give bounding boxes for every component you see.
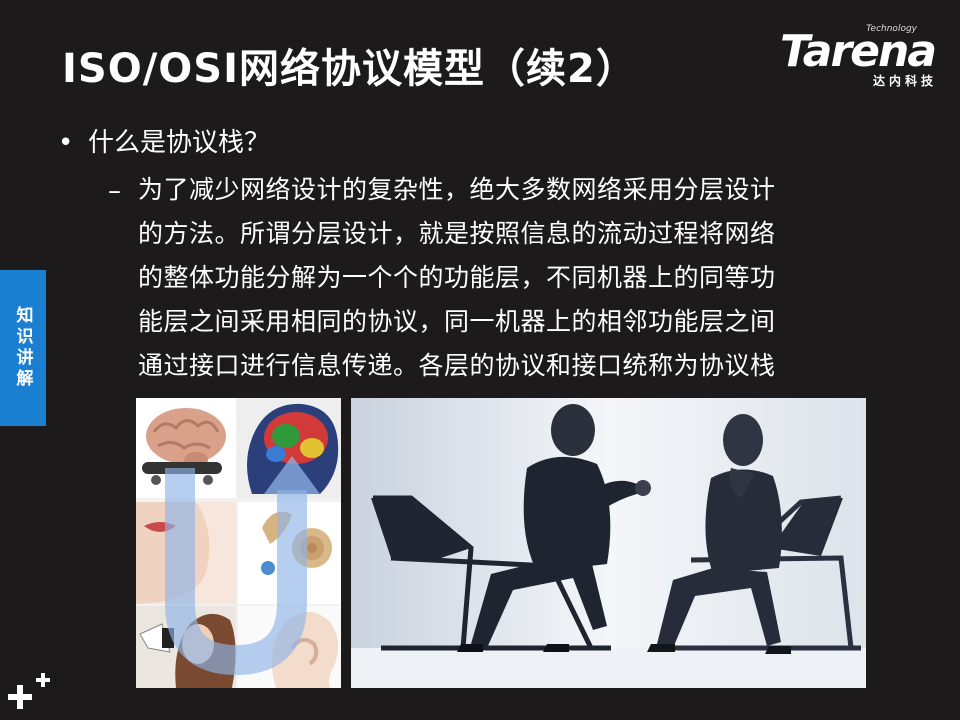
paragraph-line: 为了减少网络设计的复杂性，绝大多数网络采用分层设计 xyxy=(138,175,776,204)
slide-title: ISO/OSI网络协议模型（续2） xyxy=(62,46,637,92)
bullet-item: • 什么是协议栈？ xyxy=(58,122,270,159)
bullet-text: 什么是协议栈？ xyxy=(88,128,271,158)
sub-bullet-marker: – xyxy=(108,176,121,206)
paragraph-line: 能层之间采用相同的协议，同一机器上的相邻功能层之间 xyxy=(138,307,776,336)
conversation-photo xyxy=(351,398,866,688)
senses-collage-image xyxy=(136,398,341,688)
paragraph-line: 的整体功能分解为一个个的功能层，不同机器上的同等功 xyxy=(138,263,776,292)
logo-chinese-name: 达内科技 xyxy=(872,74,937,88)
bullet-marker: • xyxy=(58,128,74,158)
side-tab-label: 知识讲解 xyxy=(12,306,33,390)
tarena-logo: Technology Tarena 达内科技 xyxy=(780,20,945,90)
plus-icon xyxy=(8,673,50,709)
sub-bullet-paragraph: 为了减少网络设计的复杂性，绝大多数网络采用分层设计 的方法。所谓分层设计，就是按… xyxy=(138,168,868,388)
side-section-tab: 知识讲解 xyxy=(0,270,46,426)
paragraph-line: 通过接口进行信息传递。各层的协议和接口统称为协议栈 xyxy=(138,351,776,380)
logo-wordmark: Tarena xyxy=(780,26,937,77)
paragraph-line: 的方法。所谓分层设计，就是按照信息的流动过程将网络 xyxy=(138,219,776,248)
